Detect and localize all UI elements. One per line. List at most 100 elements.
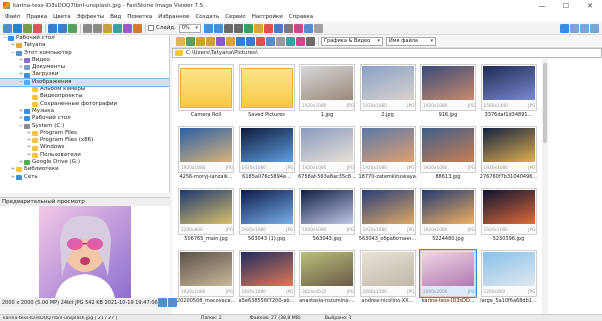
menu-item[interactable]: Пометка <box>124 14 155 20</box>
acquire-icon[interactable] <box>23 23 32 33</box>
properties-icon[interactable] <box>276 36 285 46</box>
tree-item[interactable]: Сохраненные фотографии <box>0 101 169 108</box>
rotate-left-icon[interactable] <box>83 23 92 33</box>
layout-1-icon[interactable] <box>560 23 569 33</box>
settings-icon[interactable] <box>313 23 323 33</box>
menu-item[interactable]: Избранное <box>155 14 192 20</box>
vertical-scrollbar[interactable] <box>542 59 548 314</box>
thumbnail-item[interactable]: Saved Pictures <box>237 62 297 122</box>
star-icon[interactable] <box>226 36 235 46</box>
delete-icon[interactable] <box>263 23 273 33</box>
thumbnail-item[interactable]: 1920x1080 JPG 276760f7b31040496... <box>479 124 539 184</box>
zoom-select[interactable]: 0% ▾ <box>178 23 201 33</box>
menu-item[interactable]: Вид <box>107 14 124 20</box>
thumbnail-item[interactable]: 1920x1080 JPG 916.jpg <box>418 62 478 122</box>
layout-2-icon[interactable] <box>570 23 579 33</box>
email-icon[interactable] <box>273 23 283 33</box>
thumbnail-item[interactable]: 1920x1080 JPG 88613.jpg <box>418 124 478 184</box>
move-icon[interactable] <box>206 36 215 46</box>
tree-item[interactable]: + Пользователи <box>0 152 169 159</box>
thumbnail-item[interactable]: 1920x1080 JPG 563043 (1).jpg <box>237 186 297 246</box>
compare-icon[interactable] <box>253 23 263 33</box>
tree-item[interactable]: Видеопроекты <box>0 93 169 100</box>
fullscreen-icon[interactable] <box>243 23 253 33</box>
thumb-size-icon[interactable] <box>286 36 295 46</box>
tree-item[interactable]: + Загрузки <box>0 71 169 78</box>
tree-item[interactable]: − Рабочий стол <box>0 35 169 42</box>
maximize-button[interactable]: ☐ <box>554 0 578 11</box>
open-icon[interactable] <box>3 23 12 33</box>
thumbnail-item[interactable]: 2560x1440 JPG 3376daf1d34891... <box>479 62 539 122</box>
save-icon[interactable] <box>13 23 22 33</box>
tree-item[interactable]: + Google Drive (G:) <box>0 159 169 166</box>
effects-icon[interactable] <box>133 23 142 33</box>
refresh-icon[interactable] <box>186 36 195 46</box>
minimize-button[interactable]: — <box>530 0 554 11</box>
tree-item[interactable]: − Этот компьютер <box>0 50 169 57</box>
tree-item[interactable]: + Музыка <box>0 108 169 115</box>
thumbnail-item[interactable]: 1920x1080 JPG 4256-moryj-ianzaik... <box>176 124 236 184</box>
tree-item[interactable]: + Документы <box>0 64 169 71</box>
details-icon[interactable] <box>306 36 315 46</box>
close-button[interactable]: ✕ <box>578 0 602 11</box>
slideshow-checkbox[interactable] <box>148 25 154 31</box>
thumbnail-item[interactable]: 2000x2000 JPG karina-tess-lD3sDO... <box>418 248 478 308</box>
thumbnail-item[interactable]: 1920x1080 JPG 6758af-563a8ac35c8... <box>297 124 357 184</box>
back-icon[interactable] <box>48 23 57 33</box>
tree-item[interactable]: + Program Files <box>0 130 169 137</box>
layout-3-icon[interactable] <box>580 23 589 33</box>
thumbnail-item[interactable]: 1920x1080 JPG a5e638556f7200-ab... <box>237 248 297 308</box>
menu-item[interactable]: Сервис <box>222 14 249 20</box>
delete-file-icon[interactable] <box>256 36 265 46</box>
crop-icon[interactable] <box>103 23 112 33</box>
menu-item[interactable]: Справка <box>286 14 316 20</box>
slideshow-icon[interactable] <box>293 23 303 33</box>
menu-item[interactable]: Создать <box>192 14 222 20</box>
thumbnail-item[interactable]: 1920x1080 JPG 6185a076c5894e... <box>237 124 297 184</box>
path-bar[interactable]: C:\Users\Tatyana\Pictures\ <box>172 48 602 58</box>
zoom-in-icon[interactable] <box>203 23 213 33</box>
invert-select-icon[interactable] <box>246 36 255 46</box>
thumbnail-item[interactable]: 1920x1080 JPG 563043.jpg <box>297 186 357 246</box>
forward-icon[interactable] <box>58 23 67 33</box>
tag-icon[interactable] <box>216 36 225 46</box>
tree-item[interactable]: + Program Files (x86) <box>0 137 169 144</box>
menu-item[interactable]: Файл <box>2 14 23 20</box>
actual-size-icon[interactable] <box>233 23 243 33</box>
up-folder-icon[interactable] <box>68 23 77 33</box>
thumbnail-item[interactable]: 1920x1080 JPG 563043_обработанн... <box>358 186 418 246</box>
fit-icon[interactable] <box>223 23 233 33</box>
resize-icon[interactable] <box>113 23 122 33</box>
new-folder-icon[interactable] <box>176 36 185 46</box>
view-icon[interactable] <box>296 36 305 46</box>
rotate-right-icon[interactable] <box>93 23 102 33</box>
zoom-out-icon[interactable] <box>213 23 223 33</box>
menu-item[interactable]: Правка <box>23 14 50 20</box>
print-icon[interactable] <box>33 23 42 33</box>
tree-item[interactable]: − Изображения <box>0 77 169 88</box>
thumbnail-item[interactable]: 2000x1500 JPG andrea-nicolino-XX... <box>358 248 418 308</box>
tree-item[interactable]: + Рабочий стол <box>0 115 169 122</box>
thumbnail-item[interactable]: 1920x1080 JPG 2.jpg <box>358 62 418 122</box>
batch-icon[interactable] <box>303 23 313 33</box>
menu-item[interactable]: Цвета <box>50 14 73 20</box>
rename-icon[interactable] <box>266 36 275 46</box>
copy-icon[interactable] <box>196 36 205 46</box>
thumbnail-item[interactable]: 1200x800 JPG large_5a10f6a68db1... <box>479 248 539 308</box>
thumbnail-item[interactable]: 1920x1080 JPG 5230396.jpg <box>479 186 539 246</box>
sort-select[interactable]: Имя файла ▾ <box>386 36 436 46</box>
thumbnail-item[interactable]: 1920x1080 JPG 1.jpg <box>297 62 357 122</box>
tree-item[interactable]: + Windows <box>0 144 169 151</box>
filter-select[interactable]: Графика & Видео ▾ <box>321 36 383 46</box>
preview-zoom-icon[interactable] <box>157 298 167 307</box>
menu-item[interactable]: Настройки <box>249 14 286 20</box>
tree-item[interactable]: + Видео <box>0 57 169 64</box>
tree-item[interactable]: + Tatyana <box>0 42 169 49</box>
preview-full-icon[interactable] <box>167 298 177 307</box>
menu-item[interactable]: Эффекты <box>74 14 108 20</box>
layout-4-icon[interactable] <box>590 23 599 33</box>
thumbnail-item[interactable]: 3024x4032 JPG anastasia-rozumina-... <box>297 248 357 308</box>
scrollbar-thumb[interactable] <box>543 63 547 143</box>
thumbnail-item[interactable]: 1920x1080 JPG 5224480.jpg <box>418 186 478 246</box>
folder-tree[interactable]: − Рабочий стол + Tatyana − Этот компьютер + Вид… <box>0 35 170 193</box>
